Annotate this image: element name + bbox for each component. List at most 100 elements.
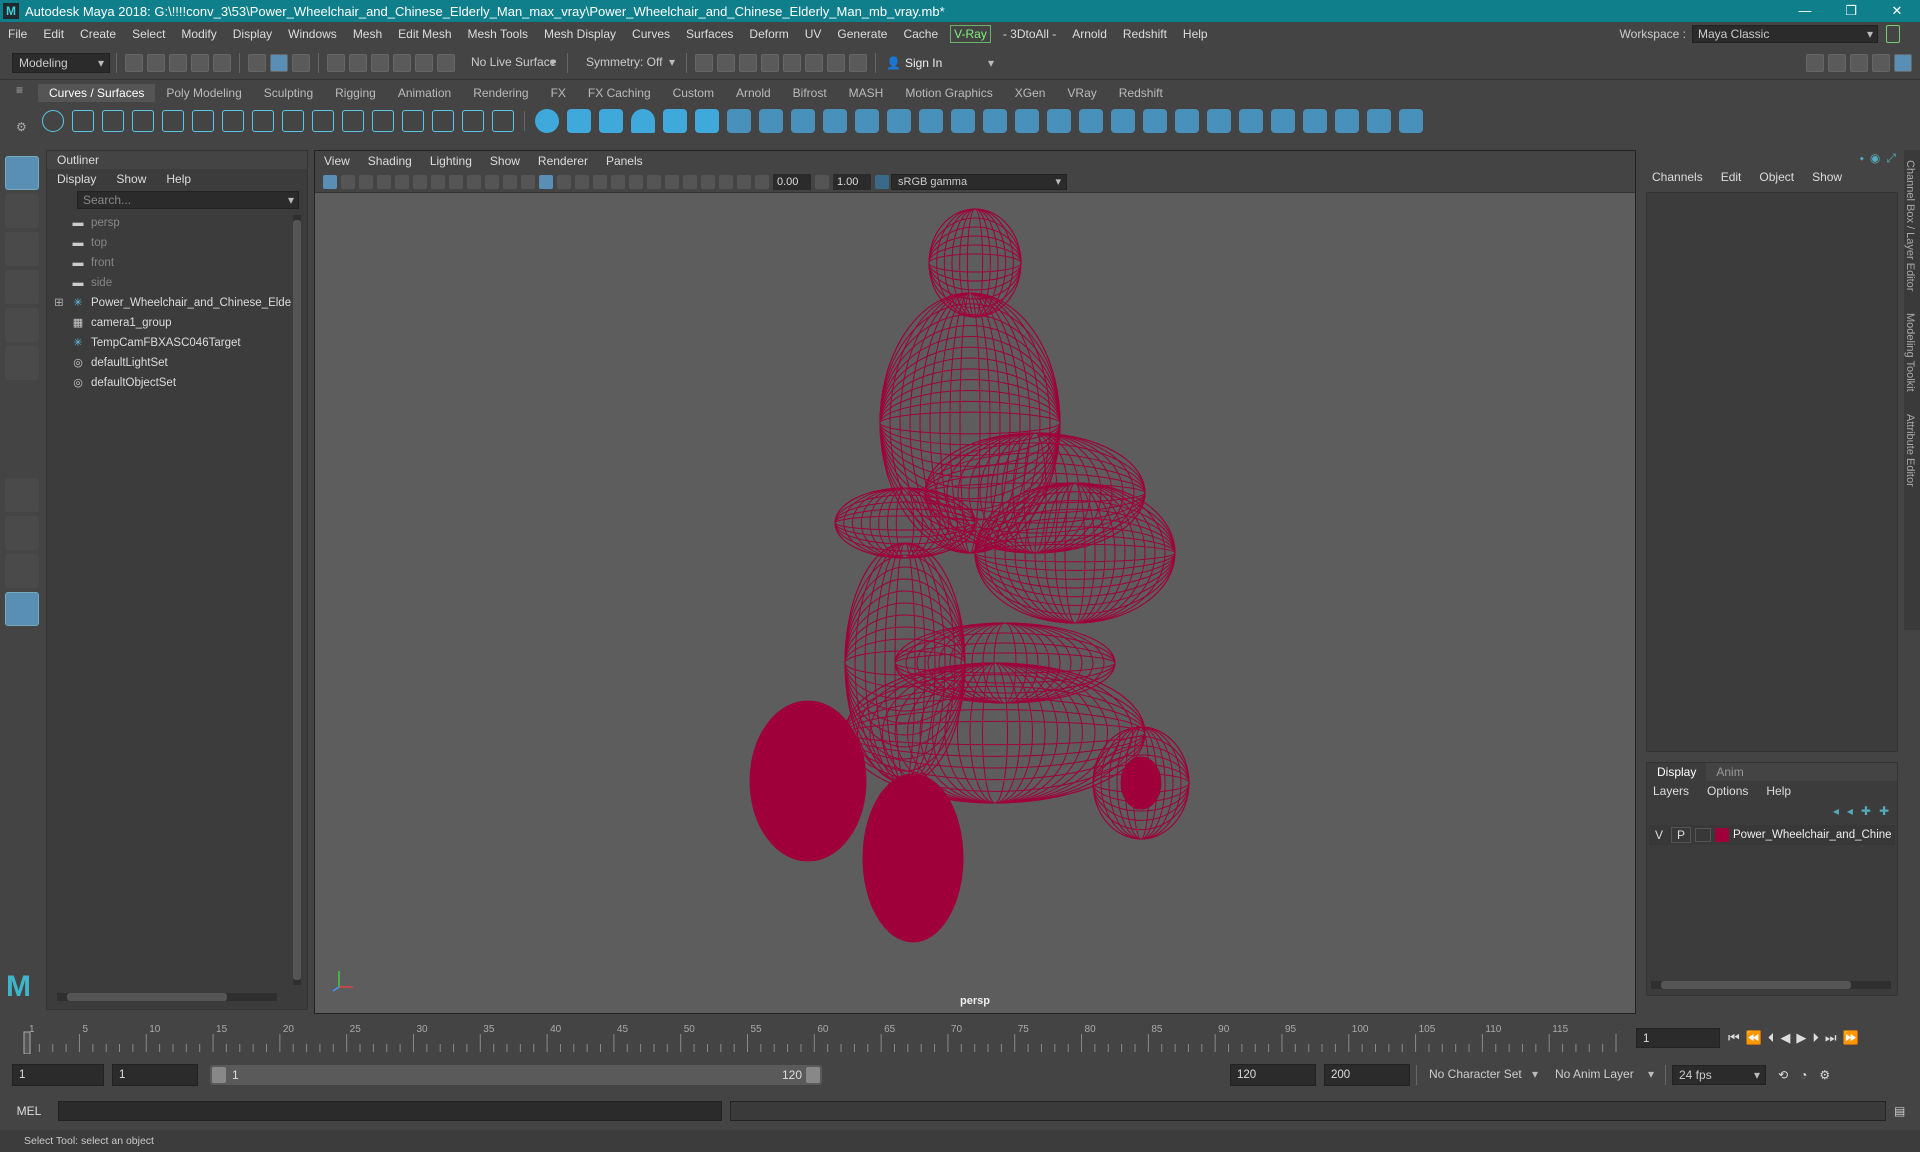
maximize-button[interactable]: ❐ bbox=[1828, 0, 1874, 22]
camera-attributes-icon[interactable] bbox=[341, 174, 355, 189]
curve-offset-icon[interactable] bbox=[312, 110, 334, 132]
curve-attach-icon[interactable] bbox=[432, 110, 454, 132]
snap-curve-icon[interactable] bbox=[349, 53, 367, 72]
paint-select-icon[interactable] bbox=[5, 232, 39, 266]
menu-edit[interactable]: Edit bbox=[35, 22, 72, 46]
textured-icon[interactable] bbox=[593, 174, 607, 189]
use-lights-icon[interactable] bbox=[611, 174, 625, 189]
nurbs-cone-icon[interactable] bbox=[631, 109, 655, 133]
render-settings-icon[interactable] bbox=[761, 53, 779, 72]
workspace-dropdown[interactable]: Maya Classic bbox=[1692, 25, 1878, 43]
lasso-tool-icon[interactable] bbox=[5, 194, 39, 228]
menu-cache[interactable]: Cache bbox=[895, 22, 946, 46]
anim-layer-dropdown[interactable]: No Anim Layer bbox=[1549, 1065, 1659, 1085]
shelf-handle[interactable]: ≡ ⚙ bbox=[16, 84, 28, 136]
nurbs-square-icon[interactable] bbox=[72, 110, 94, 132]
time-slider[interactable]: 1 5 10 15 20 25 30 35 40 45 50 55 60 65 70 75 80 85 90 95 10… bbox=[20, 1018, 1636, 1055]
character-set-dropdown[interactable]: No Character Set bbox=[1423, 1065, 1543, 1085]
hypershade-icon[interactable] bbox=[783, 53, 801, 72]
live-surface-field[interactable]: No Live Surface bbox=[465, 52, 561, 73]
2d-pan-zoom-icon[interactable] bbox=[395, 174, 409, 189]
viewport-menu-panels[interactable]: Panels bbox=[597, 151, 652, 171]
menu-generate[interactable]: Generate bbox=[829, 22, 895, 46]
grid-icon[interactable] bbox=[431, 174, 445, 189]
cb-icon-2[interactable]: ◉ bbox=[1870, 151, 1880, 165]
select-component-icon[interactable] bbox=[292, 53, 310, 72]
script-editor-icon[interactable]: ▤ bbox=[1894, 1104, 1905, 1118]
symmetry-dropdown[interactable]: Symmetry: Off bbox=[580, 52, 680, 73]
gate-mask-icon[interactable] bbox=[485, 174, 499, 189]
outliner-item[interactable]: ▦ camera1_group bbox=[47, 313, 307, 333]
nurbs-torus-icon[interactable] bbox=[695, 109, 719, 133]
color-management-icon[interactable] bbox=[875, 174, 889, 189]
attach-surface-icon[interactable] bbox=[1111, 109, 1135, 133]
menu-modify[interactable]: Modify bbox=[173, 22, 224, 46]
shelf-tab-fx[interactable]: FX bbox=[540, 84, 577, 102]
stitch-icon[interactable] bbox=[1399, 109, 1423, 133]
viewport-menu-show[interactable]: Show bbox=[481, 151, 529, 171]
range-handle-start[interactable] bbox=[212, 1067, 226, 1083]
four-pane-icon[interactable] bbox=[5, 516, 39, 550]
outliner-item[interactable]: ▬ persp bbox=[47, 213, 307, 233]
minimize-button[interactable]: — bbox=[1782, 0, 1828, 22]
snap-live-icon[interactable] bbox=[437, 53, 455, 72]
current-time-marker[interactable] bbox=[23, 1031, 31, 1055]
curve-insert-icon[interactable] bbox=[492, 110, 514, 132]
shelf-tab-curves-surfaces[interactable]: Curves / Surfaces bbox=[38, 84, 156, 102]
layer-menu-options[interactable]: Options bbox=[1707, 784, 1748, 798]
nurbs-cylinder-icon[interactable] bbox=[599, 109, 623, 133]
square-surface-icon[interactable] bbox=[919, 109, 943, 133]
menu-edit-mesh[interactable]: Edit Mesh bbox=[390, 22, 459, 46]
single-pane-icon[interactable] bbox=[5, 478, 39, 512]
shelf-tab-mash[interactable]: MASH bbox=[838, 84, 895, 102]
menu-select[interactable]: Select bbox=[124, 22, 173, 46]
sign-in-button[interactable]: 👤 Sign In ▾ bbox=[882, 53, 994, 73]
birail-icon[interactable] bbox=[855, 109, 879, 133]
shelf-tab-bifrost[interactable]: Bifrost bbox=[782, 84, 838, 102]
viewport-panel[interactable]: View Shading Lighting Show Renderer Panels bbox=[314, 150, 1636, 1014]
shelf-tab-custom[interactable]: Custom bbox=[662, 84, 725, 102]
revolve-icon[interactable] bbox=[727, 109, 751, 133]
shelf-tab-rendering[interactable]: Rendering bbox=[462, 84, 539, 102]
close-button[interactable]: ✕ bbox=[1874, 0, 1920, 22]
bevel-icon[interactable] bbox=[951, 109, 975, 133]
menu-help[interactable]: Help bbox=[1175, 22, 1216, 46]
menu-file[interactable]: File bbox=[0, 22, 35, 46]
vray-ipr-icon[interactable] bbox=[827, 53, 845, 72]
command-input[interactable] bbox=[58, 1101, 722, 1121]
menu-surfaces[interactable]: Surfaces bbox=[678, 22, 741, 46]
playback-buttons[interactable]: ⏮⏪⏴◀▶⏵⏭⏩ bbox=[1728, 1030, 1865, 1046]
snap-grid-icon[interactable] bbox=[327, 53, 345, 72]
menu-windows[interactable]: Windows bbox=[280, 22, 345, 46]
script-language-label[interactable]: MEL bbox=[0, 1104, 58, 1118]
menu-deform[interactable]: Deform bbox=[741, 22, 796, 46]
new-scene-icon[interactable] bbox=[125, 53, 143, 72]
intersect-icon[interactable] bbox=[1079, 109, 1103, 133]
menu-mesh-display[interactable]: Mesh Display bbox=[536, 22, 624, 46]
menu-create[interactable]: Create bbox=[72, 22, 124, 46]
range-bar[interactable]: 1 120 bbox=[210, 1065, 822, 1085]
grease-pencil-icon[interactable] bbox=[413, 174, 427, 189]
tool-settings-icon[interactable] bbox=[1850, 53, 1868, 72]
exposure-icon[interactable] bbox=[755, 174, 769, 189]
current-frame-field[interactable]: 1 bbox=[1636, 1028, 1720, 1048]
shelf-tab-sculpting[interactable]: Sculpting bbox=[253, 84, 324, 102]
vray-render-icon[interactable] bbox=[805, 53, 823, 72]
menu-uv[interactable]: UV bbox=[797, 22, 830, 46]
layer-playback-toggle[interactable]: P bbox=[1671, 827, 1691, 843]
safe-action-icon[interactable] bbox=[521, 174, 535, 189]
nurbs-plane-icon[interactable] bbox=[663, 109, 687, 133]
channel-box-area[interactable] bbox=[1646, 192, 1898, 752]
nurbs-circle-icon[interactable] bbox=[42, 110, 64, 132]
open-scene-icon[interactable] bbox=[147, 53, 165, 72]
move-tool-icon[interactable] bbox=[5, 270, 39, 304]
layer-tab-display[interactable]: Display bbox=[1647, 763, 1707, 781]
menu-3dtoall[interactable]: - 3DtoAll - bbox=[995, 22, 1064, 46]
shelf-tab-redshift[interactable]: Redshift bbox=[1108, 84, 1174, 102]
field-chart-icon[interactable] bbox=[503, 174, 517, 189]
curve-extrude-icon[interactable] bbox=[402, 110, 424, 132]
ep-curve-icon[interactable] bbox=[102, 110, 124, 132]
wireframe-model[interactable] bbox=[315, 193, 1635, 1013]
modeling-toolkit-icon[interactable] bbox=[1806, 53, 1824, 72]
motion-blur-icon[interactable] bbox=[665, 174, 679, 189]
